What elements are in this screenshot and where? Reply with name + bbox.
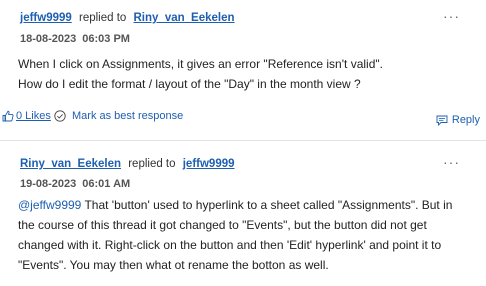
post-timestamp: 18-08-2023 06:03 PM [20, 33, 130, 45]
reply-post-1: jeffw9999 replied to Riny_van_Eekelen ··… [0, 0, 486, 142]
post-body: When I click on Assignments, it gives an… [18, 54, 468, 94]
replied-to-link[interactable]: jeffw9999 [183, 158, 235, 170]
check-circle-icon [54, 110, 66, 122]
post-date: 18-08-2023 [20, 33, 77, 45]
post-header: Riny_van_Eekelen replied to jeffw9999 [20, 158, 235, 170]
body-line: "Events". You may then what ot rename th… [18, 258, 329, 272]
reply-label: Reply [451, 114, 480, 126]
thumbs-up-icon [2, 110, 14, 122]
body-line: the course of this thread it got changed… [18, 218, 427, 232]
post-divider [0, 140, 486, 141]
likes-button[interactable]: 0 Likes [2, 110, 51, 122]
body-line: When I click on Assignments, it gives an… [18, 57, 383, 71]
body-line: How do I edit the format / layout of the… [18, 77, 361, 91]
more-options-icon[interactable]: ··· [443, 8, 460, 24]
post-header: jeffw9999 replied to Riny_van_Eekelen [20, 12, 235, 24]
mark-best-response-button[interactable]: Mark as best response [54, 110, 183, 122]
body-line: @jeffw9999 That 'button' used to hyperli… [18, 195, 468, 215]
more-options-icon[interactable]: ··· [443, 154, 460, 170]
reply-post-2: Riny_van_Eekelen replied to jeffw9999 ··… [0, 142, 486, 286]
post-body: @jeffw9999 That 'button' used to hyperli… [18, 195, 468, 275]
speech-bubble-icon [436, 115, 448, 126]
replied-to-link[interactable]: Riny_van_Eekelen [134, 12, 235, 24]
body-line: changed with it. Right-click on the butt… [18, 238, 442, 252]
post-time: 06:01 AM [82, 178, 131, 190]
mention-link[interactable]: @jeffw9999 [18, 198, 81, 212]
post-time: 06:03 PM [82, 33, 130, 45]
author-link[interactable]: jeffw9999 [20, 12, 72, 24]
reply-button[interactable]: Reply [436, 114, 480, 126]
replied-to-label: replied to [128, 158, 176, 170]
post-actions: 0 Likes Mark as best response Reply [0, 108, 486, 128]
body-text: That 'button' used to hyperlink to a she… [81, 198, 453, 212]
post-timestamp: 19-08-2023 06:01 AM [20, 178, 130, 190]
post-date: 19-08-2023 [20, 178, 77, 190]
likes-count: 0 Likes [16, 110, 51, 122]
mark-best-response-label: Mark as best response [72, 110, 184, 122]
replied-to-label: replied to [78, 12, 127, 24]
author-link[interactable]: Riny_van_Eekelen [20, 158, 121, 170]
